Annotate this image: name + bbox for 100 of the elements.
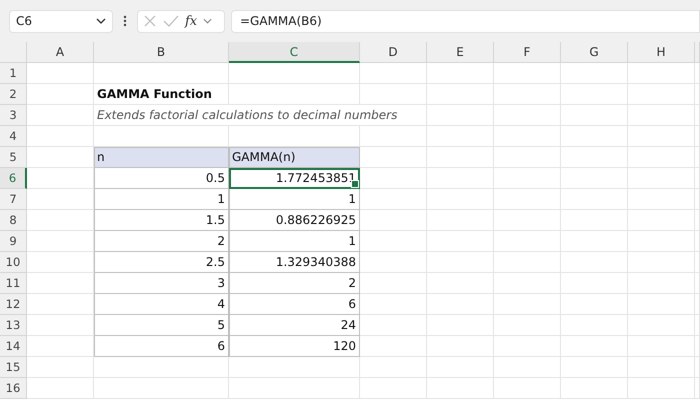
sheet-cell[interactable]: [427, 147, 494, 168]
row-header[interactable]: 1: [0, 63, 27, 84]
sheet-cell[interactable]: [494, 84, 561, 105]
sheet-cell[interactable]: [695, 252, 700, 273]
column-header[interactable]: H: [628, 42, 695, 63]
sheet-cell[interactable]: [628, 210, 695, 231]
sheet-cell[interactable]: [561, 189, 628, 210]
sheet-cell[interactable]: [561, 231, 628, 252]
sheet-cell[interactable]: [695, 84, 700, 105]
chevron-down-icon[interactable]: [203, 18, 212, 24]
sheet-cell[interactable]: [494, 315, 561, 336]
sheet-cell[interactable]: [360, 210, 427, 231]
sheet-cell[interactable]: [360, 231, 427, 252]
row-header[interactable]: 16: [0, 378, 27, 399]
row-header[interactable]: 12: [0, 294, 27, 315]
sheet-cell[interactable]: [695, 336, 700, 357]
sheet-cell[interactable]: [561, 126, 628, 147]
sheet-cell[interactable]: [94, 63, 229, 84]
sheet-cell[interactable]: [628, 357, 695, 378]
sheet-cell[interactable]: [628, 105, 695, 126]
sheet-cell[interactable]: [360, 84, 427, 105]
sheet-cell[interactable]: [561, 84, 628, 105]
sheet-cell[interactable]: [427, 294, 494, 315]
fill-handle[interactable]: [351, 180, 359, 188]
row-header[interactable]: 13: [0, 315, 27, 336]
sheet-cell[interactable]: [561, 294, 628, 315]
sheet-cell[interactable]: [628, 63, 695, 84]
sheet-cell[interactable]: [561, 378, 628, 399]
sheet-cell[interactable]: [628, 147, 695, 168]
sheet-cell[interactable]: [27, 63, 94, 84]
sheet-cell[interactable]: [561, 210, 628, 231]
sheet-cell[interactable]: [360, 189, 427, 210]
sheet-cell[interactable]: [628, 189, 695, 210]
column-header[interactable]: G: [561, 42, 628, 63]
sheet-cell[interactable]: [427, 315, 494, 336]
cancel-icon[interactable]: [143, 14, 157, 28]
select-all-corner[interactable]: [0, 42, 27, 63]
sheet-cell[interactable]: [561, 252, 628, 273]
row-header[interactable]: 4: [0, 126, 27, 147]
sheet-cell[interactable]: [628, 336, 695, 357]
sheet-cell[interactable]: [360, 336, 427, 357]
sheet-cell[interactable]: [628, 84, 695, 105]
sheet-cell[interactable]: [561, 315, 628, 336]
insert-function-button[interactable]: fx: [185, 14, 198, 28]
formula-bar[interactable]: =GAMMA(B6): [231, 10, 700, 32]
sheet-cell[interactable]: [494, 231, 561, 252]
sheet-cell[interactable]: [695, 231, 700, 252]
column-header[interactable]: A: [27, 42, 94, 63]
column-header[interactable]: F: [494, 42, 561, 63]
row-header[interactable]: 14: [0, 336, 27, 357]
sheet-cell[interactable]: [628, 378, 695, 399]
sheet-cell[interactable]: [494, 189, 561, 210]
sheet-cell[interactable]: [427, 168, 494, 189]
sheet-cell[interactable]: [427, 63, 494, 84]
sheet-cell[interactable]: [360, 147, 427, 168]
sheet-cell[interactable]: [360, 168, 427, 189]
row-header[interactable]: 15: [0, 357, 27, 378]
column-header[interactable]: D: [360, 42, 427, 63]
sheet-cell[interactable]: [494, 126, 561, 147]
sheet-cell[interactable]: [427, 126, 494, 147]
sheet-cell[interactable]: [360, 315, 427, 336]
row-header[interactable]: 2: [0, 84, 27, 105]
sheet-cell[interactable]: [494, 294, 561, 315]
sheet-cell[interactable]: [360, 273, 427, 294]
more-options-icon[interactable]: [123, 15, 127, 27]
sheet-cell[interactable]: [561, 147, 628, 168]
sheet-cell[interactable]: [561, 63, 628, 84]
sheet-cell[interactable]: [427, 231, 494, 252]
sheet-cell[interactable]: [628, 168, 695, 189]
sheet-cell[interactable]: [360, 294, 427, 315]
row-header[interactable]: 11: [0, 273, 27, 294]
sheet-cell[interactable]: [427, 210, 494, 231]
row-header[interactable]: 3: [0, 105, 27, 126]
sheet-cell[interactable]: [494, 336, 561, 357]
sheet-cell[interactable]: [561, 273, 628, 294]
sheet-cell[interactable]: [427, 252, 494, 273]
sheet-cell[interactable]: [695, 378, 700, 399]
sheet-cell[interactable]: [229, 84, 360, 105]
sheet-cell[interactable]: [695, 210, 700, 231]
sheet-cell[interactable]: [94, 378, 229, 399]
sheet-cell[interactable]: [561, 336, 628, 357]
sheet-cell[interactable]: [494, 378, 561, 399]
sheet-cell[interactable]: [229, 63, 360, 84]
row-header[interactable]: 9: [0, 231, 27, 252]
sheet-cell[interactable]: [561, 105, 628, 126]
row-header[interactable]: 5: [0, 147, 27, 168]
sheet-cell[interactable]: [360, 252, 427, 273]
sheet-cell[interactable]: [561, 168, 628, 189]
sheet-cell[interactable]: [494, 273, 561, 294]
sheet-cell[interactable]: [27, 84, 94, 105]
sheet-cell[interactable]: [27, 357, 94, 378]
sheet-cell[interactable]: [628, 252, 695, 273]
sheet-cell[interactable]: [360, 378, 427, 399]
sheet-cell[interactable]: [360, 126, 427, 147]
row-header[interactable]: 6: [0, 168, 27, 189]
sheet-cell[interactable]: [494, 168, 561, 189]
sheet-cell[interactable]: [628, 231, 695, 252]
sheet-cell[interactable]: [695, 189, 700, 210]
column-header[interactable]: B: [94, 42, 229, 63]
sheet-cell[interactable]: [94, 357, 229, 378]
